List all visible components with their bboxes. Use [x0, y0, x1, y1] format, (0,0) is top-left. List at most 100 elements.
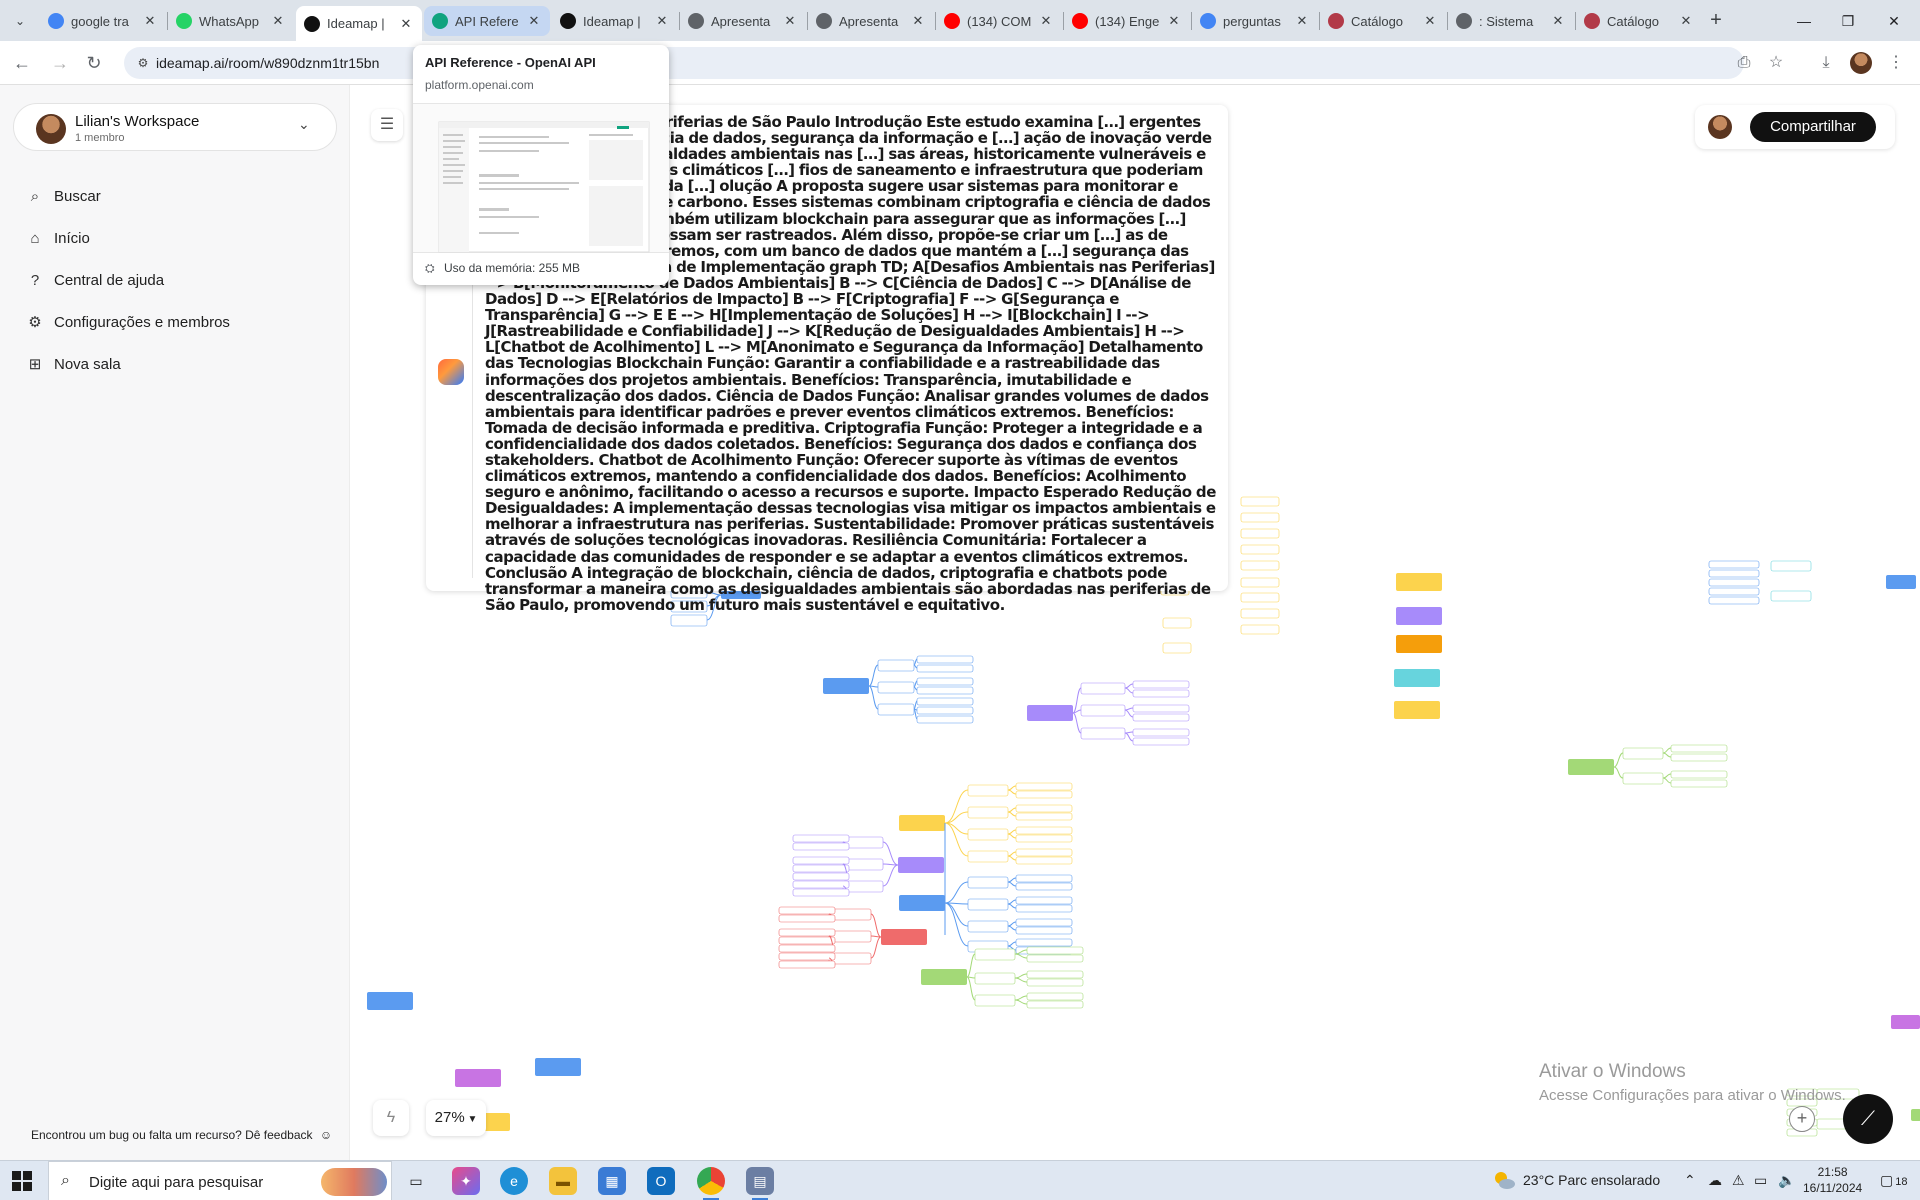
mindmap-leaf[interactable]: [1015, 782, 1073, 791]
mindmap-leaf[interactable]: [1015, 790, 1073, 799]
app-window-icon[interactable]: ▤: [746, 1167, 774, 1200]
close-icon[interactable]: ✕: [1678, 13, 1694, 29]
mindmap-leaf[interactable]: [1670, 744, 1728, 753]
new-tab-button[interactable]: +: [1704, 9, 1728, 33]
mindmap-subnode[interactable]: [967, 898, 1009, 911]
mindmap-leaf[interactable]: [792, 842, 850, 851]
mindmap-subnode[interactable]: [877, 681, 915, 694]
mindmap-topic-node[interactable]: [1396, 635, 1442, 653]
mindmap-leaf[interactable]: [1240, 528, 1280, 539]
mindmap-subnode[interactable]: [974, 994, 1016, 1007]
mindmap-leaf[interactable]: [792, 864, 850, 873]
site-info-icon[interactable]: ⚙: [134, 54, 152, 72]
mindmap-subnode[interactable]: [1622, 772, 1664, 785]
tab-5[interactable]: Apresenta ✕: [680, 6, 806, 36]
feedback-text[interactable]: Encontrou um bug ou falta um recurso? Dê…: [31, 1128, 313, 1142]
back-icon[interactable]: ←: [10, 51, 34, 75]
mindmap-leaf[interactable]: [778, 952, 836, 961]
mindmap-leaf[interactable]: [1670, 770, 1728, 779]
mindmap-subnode[interactable]: [1080, 704, 1126, 717]
network-icon[interactable]: ▭: [1754, 1172, 1767, 1189]
add-node-icon[interactable]: +: [1789, 1106, 1815, 1132]
reload-icon[interactable]: ↻: [82, 51, 106, 75]
mindmap-leaf[interactable]: [1132, 728, 1190, 737]
mindmap-subnode[interactable]: [967, 920, 1009, 933]
mindmap-topic-node[interactable]: [1568, 759, 1614, 775]
tab-6[interactable]: Apresenta ✕: [808, 6, 934, 36]
more-menu-icon[interactable]: ⋮: [1885, 52, 1907, 74]
mindmap-subnode[interactable]: [967, 806, 1009, 819]
mindmap-leaf[interactable]: [1240, 560, 1280, 571]
close-icon[interactable]: ✕: [398, 16, 414, 32]
mindmap-leaf[interactable]: [1015, 804, 1073, 813]
sidebar-item-settings[interactable]: ⚙ Configurações e membros: [24, 308, 230, 336]
mindmap-leaf[interactable]: [916, 715, 974, 724]
collaborator-avatar[interactable]: [1708, 115, 1732, 139]
magic-wand-button[interactable]: ⟋: [1843, 1094, 1893, 1144]
tab-2[interactable]: Ideamap | ✕: [296, 6, 422, 41]
tab-3[interactable]: API Refere ✕: [424, 6, 550, 36]
mindmap-leaf[interactable]: [792, 880, 850, 889]
outlook-icon[interactable]: O: [647, 1167, 675, 1195]
close-icon[interactable]: ✕: [1550, 13, 1566, 29]
window-close-button[interactable]: ✕: [1872, 8, 1916, 34]
mindmap-topic-node[interactable]: [1394, 701, 1440, 719]
mindmap-leaf[interactable]: [1240, 512, 1280, 523]
tab-8[interactable]: (134) Enge ✕: [1064, 6, 1190, 36]
mindmap-subnode[interactable]: [1162, 642, 1192, 654]
mindmap-subnode[interactable]: [1770, 560, 1812, 572]
mindmap-leaf[interactable]: [1015, 874, 1073, 883]
mindmap-leaf[interactable]: [792, 872, 850, 881]
volume-icon[interactable]: 🔈: [1778, 1172, 1795, 1189]
mindmap-topic-node[interactable]: [823, 678, 869, 694]
mindmap-topic-node[interactable]: [455, 1069, 501, 1087]
mindmap-leaf[interactable]: [1015, 918, 1073, 927]
mindmap-topic-node[interactable]: [921, 969, 967, 985]
forward-icon[interactable]: →: [48, 51, 72, 75]
tab-search-chevron-icon[interactable]: ⌄: [8, 9, 32, 33]
mindmap-subnode[interactable]: [967, 850, 1009, 863]
tab-10[interactable]: Catálogo ✕: [1320, 6, 1446, 36]
mindmap-subnode[interactable]: [1080, 727, 1126, 740]
mindmap-leaf[interactable]: [916, 686, 974, 695]
mindmap-leaf[interactable]: [792, 856, 850, 865]
tab-12[interactable]: Catálogo ✕: [1576, 6, 1702, 36]
mindmap-leaf[interactable]: [1015, 938, 1073, 947]
tab-11[interactable]: : Sistema ✕: [1448, 6, 1574, 36]
clock[interactable]: 21:58 16/11/2024: [1803, 1164, 1862, 1196]
bookmark-star-icon[interactable]: ☆: [1765, 52, 1787, 74]
mindmap-leaf[interactable]: [1240, 496, 1280, 507]
sidebar-item-home[interactable]: ⌂ Início: [24, 224, 89, 252]
close-icon[interactable]: ✕: [1038, 13, 1054, 29]
weather-text[interactable]: 23°C Parc ensolarado: [1523, 1172, 1660, 1188]
workspace-switcher[interactable]: Lilian's Workspace 1 membro ⌄: [13, 103, 337, 151]
install-app-icon[interactable]: ⎙: [1733, 52, 1755, 74]
mindmap-leaf[interactable]: [1670, 753, 1728, 762]
copilot-icon[interactable]: ✦: [452, 1167, 480, 1195]
close-icon[interactable]: ✕: [654, 13, 670, 29]
mindmap-subnode[interactable]: [670, 614, 708, 627]
mindmap-subnode[interactable]: [828, 952, 872, 965]
mindmap-leaf[interactable]: [1708, 560, 1760, 569]
address-url[interactable]: ideamap.ai/room/w890dznm1tr15bn: [156, 55, 379, 71]
mindmap-leaf[interactable]: [1670, 779, 1728, 788]
mindmap-subnode[interactable]: [1770, 590, 1812, 602]
mindmap-leaf[interactable]: [778, 936, 836, 945]
mindmap-subnode[interactable]: [967, 784, 1009, 797]
mindmap-topic-node[interactable]: [899, 895, 945, 911]
sidebar-item-help[interactable]: ? Central de ajuda: [24, 266, 164, 294]
tab-1[interactable]: WhatsApp ✕: [168, 6, 294, 36]
mindmap-leaf[interactable]: [1026, 946, 1084, 955]
mindmap-leaf[interactable]: [1240, 577, 1280, 588]
mindmap-topic-node[interactable]: [1911, 1109, 1920, 1121]
mindmap-subnode[interactable]: [1162, 617, 1192, 629]
close-icon[interactable]: ✕: [526, 13, 542, 29]
mindmap-leaf[interactable]: [916, 655, 974, 664]
tray-chevron-icon[interactable]: ⌃: [1684, 1172, 1696, 1189]
taskbar-search-placeholder[interactable]: Digite aqui para pesquisar: [89, 1174, 263, 1191]
tab-9[interactable]: perguntas ✕: [1192, 6, 1318, 36]
close-icon[interactable]: ✕: [1422, 13, 1438, 29]
mindmap-topic-node[interactable]: [898, 857, 944, 873]
mindmap-topic-node[interactable]: [1027, 705, 1073, 721]
sidebar-item-search[interactable]: ⌕ Buscar: [24, 182, 101, 210]
